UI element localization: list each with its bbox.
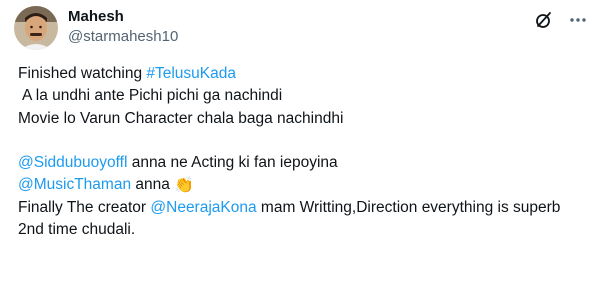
tweet-line: Movie lo Varun Character chala baga nach…: [18, 109, 344, 127]
mention-link[interactable]: @Siddubuoyoffl: [18, 154, 127, 171]
tweet-line: Finished watching #TelusuKada: [18, 65, 236, 82]
tweet-card: Mahesh @starmahesh10 Finished watching #…: [0, 0, 600, 285]
tweet-text: Finished watching #TelusuKada A la undhi…: [18, 63, 588, 241]
tweet-line: @Siddubuoyoffl anna ne Acting ki fan iep…: [18, 154, 338, 172]
author-handle[interactable]: @starmahesh10: [68, 28, 178, 45]
more-icon[interactable]: [568, 10, 588, 30]
mention-link[interactable]: @MusicThaman: [18, 176, 131, 193]
author-name[interactable]: Mahesh: [68, 8, 124, 25]
avatar-image: [14, 6, 58, 50]
tweet-actions: [534, 10, 588, 30]
tweet-line: @MusicThaman anna 👏: [18, 174, 588, 196]
tweet-line: Finally The creator @NeerajaKona mam Wri…: [18, 198, 561, 216]
mention-link[interactable]: @NeerajaKona: [150, 199, 256, 216]
tweet-line: 2nd time chudali.: [18, 221, 136, 239]
grok-icon[interactable]: [534, 10, 554, 30]
clap-emoji-icon: 👏: [174, 177, 195, 195]
hashtag-link[interactable]: #TelusuKada: [146, 65, 236, 82]
tweet-line: A la undhi ante Pichi pichi ga nachindi: [22, 87, 283, 105]
avatar[interactable]: [14, 6, 58, 50]
